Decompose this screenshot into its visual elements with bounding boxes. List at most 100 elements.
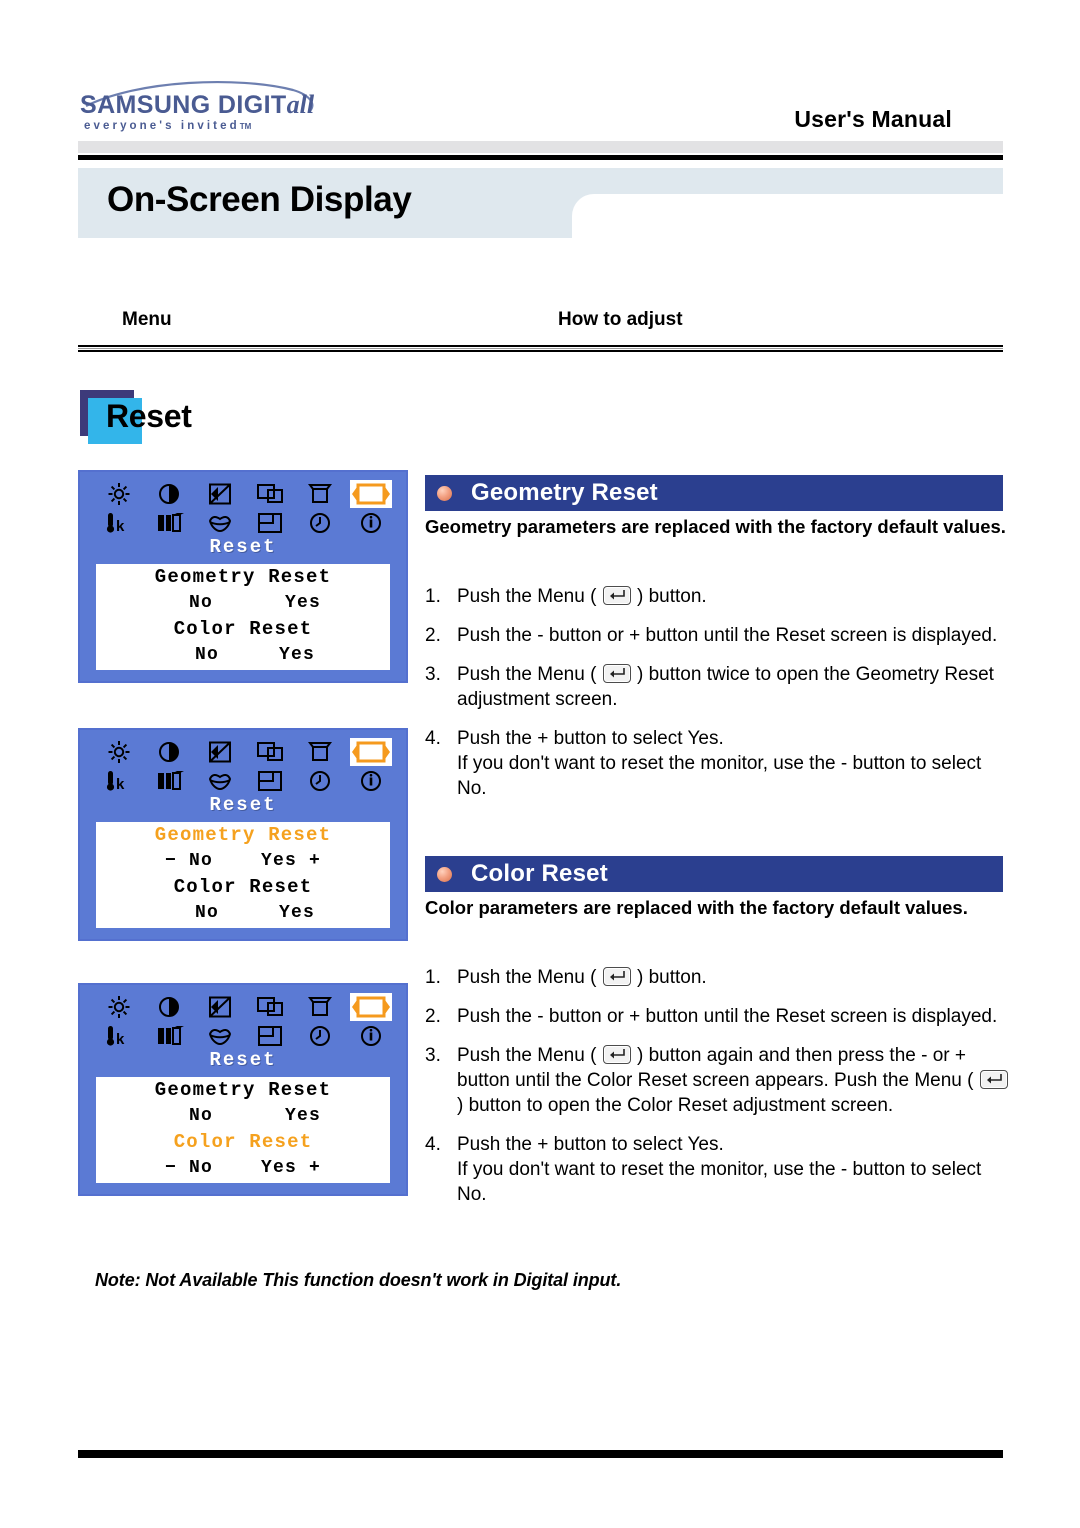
osd-time-icon[interactable] (304, 510, 336, 536)
column-header-divider (78, 345, 1003, 352)
step-number: 2. (425, 1006, 441, 1027)
osd-row-options[interactable]: No Yes (96, 590, 390, 616)
color-temperature-icon[interactable]: k (103, 510, 135, 536)
h-position-icon[interactable] (254, 994, 286, 1020)
image-sharpness-icon[interactable] (204, 739, 236, 765)
step-text: Push the Menu ( ) button. (457, 586, 707, 607)
section-title: Color Reset (471, 860, 608, 887)
osd-row-label[interactable]: Color Reset (96, 1129, 390, 1155)
reset-icon[interactable] (349, 479, 392, 508)
osd-row-options[interactable]: − No Yes + (96, 848, 390, 874)
svg-text:k: k (116, 518, 125, 535)
osd-menu-title: Reset (209, 794, 277, 816)
instruction-step: 2. Push the - button or + button until th… (425, 1004, 1011, 1029)
page-title: On-Screen Display (107, 180, 412, 219)
step-text: Push the - button or + button until the … (457, 625, 998, 646)
v-position-icon[interactable] (254, 768, 286, 794)
step-number: 3. (425, 664, 441, 685)
information-icon[interactable] (355, 1023, 387, 1049)
step-text: Push the Menu ( ) button again and then … (457, 1045, 1009, 1116)
color-tone-icon[interactable] (204, 1023, 236, 1049)
trapezoid-icon[interactable] (304, 481, 336, 507)
color-temperature-icon[interactable]: k (103, 768, 135, 794)
osd-row-label[interactable]: Color Reset (96, 874, 390, 900)
step-number: 4. (425, 728, 441, 749)
step-text: Push the + button to select Yes. If you d… (457, 1134, 982, 1205)
svg-text:k: k (116, 776, 125, 793)
osd-screen: Geometry Reset − No Yes + Color Reset No Y… (96, 822, 390, 928)
step-text: Push the Menu ( ) button twice to open t… (457, 664, 994, 710)
reset-heading-label: Reset (106, 398, 192, 434)
h-position-icon[interactable] (254, 739, 286, 765)
reset-icon[interactable] (349, 992, 392, 1021)
brightness-icon[interactable] (103, 994, 135, 1020)
users-manual-label: User's Manual (794, 106, 952, 132)
step-number: 4. (425, 1134, 441, 1155)
step-text: Push the Menu ( ) button. (457, 967, 707, 988)
osd-panel: k Reset Geometry Reset − No Yes + Color Rese… (78, 728, 408, 941)
osd-time-icon[interactable] (304, 768, 336, 794)
section-steps: 1. Push the Menu ( ) button. 2. Push the - … (425, 584, 1011, 815)
osd-time-icon[interactable] (304, 1023, 336, 1049)
samsung-digitall-logo: SAMSUNG DIGITall everyone's invitedTM (78, 78, 338, 136)
section-description: Geometry parameters are replaced with th… (425, 516, 1006, 537)
osd-icon-row: k (94, 737, 396, 795)
brightness-icon[interactable] (103, 739, 135, 765)
column-header-menu: Menu (122, 309, 172, 330)
osd-screen: Geometry Reset No Yes Color Reset − No Yes… (96, 1077, 390, 1183)
contrast-icon[interactable] (153, 739, 185, 765)
manual-page: SAMSUNG DIGITall everyone's invitedTM Us… (0, 0, 1080, 1528)
section-bar-color: Color Reset (425, 856, 1003, 892)
osd-row-label[interactable]: Geometry Reset (96, 564, 390, 590)
menu-button-icon (979, 1070, 1008, 1089)
v-position-icon[interactable] (254, 510, 286, 536)
step-number: 2. (425, 625, 441, 646)
v-position-icon[interactable] (254, 1023, 286, 1049)
menu-button-icon (602, 967, 631, 986)
osd-row-options[interactable]: No Yes (96, 1103, 390, 1129)
rgb-color-control-icon[interactable] (153, 768, 185, 794)
osd-row-label[interactable]: Geometry Reset (96, 822, 390, 848)
step-number: 3. (425, 1045, 441, 1066)
step-text: Push the + button to select Yes. If you d… (457, 728, 982, 799)
header-gray-band (78, 141, 1003, 153)
trapezoid-icon[interactable] (304, 739, 336, 765)
contrast-icon[interactable] (153, 481, 185, 507)
h-position-icon[interactable] (254, 481, 286, 507)
bullet-icon (437, 867, 452, 882)
information-icon[interactable] (355, 768, 387, 794)
information-icon[interactable] (355, 510, 387, 536)
reset-icon[interactable] (349, 737, 392, 766)
color-tone-icon[interactable] (204, 510, 236, 536)
logo-tagline: everyone's invitedTM (84, 120, 252, 132)
instruction-step: 2. Push the - button or + button until th… (425, 623, 1011, 648)
menu-button-icon (602, 664, 631, 683)
osd-icon-row: k (94, 992, 396, 1050)
header-divider (78, 155, 1003, 160)
color-tone-icon[interactable] (204, 768, 236, 794)
contrast-icon[interactable] (153, 994, 185, 1020)
osd-panel: k Reset Geometry Reset No Yes Color Reset − … (78, 983, 408, 1196)
title-tab-corner (572, 194, 604, 238)
section-steps: 1. Push the Menu ( ) button. 2. Push the - … (425, 965, 1011, 1221)
osd-row-label[interactable]: Geometry Reset (96, 1077, 390, 1103)
rgb-color-control-icon[interactable] (153, 510, 185, 536)
osd-panel: k Reset Geometry Reset No Yes Color Reset N… (78, 470, 408, 683)
color-temperature-icon[interactable]: k (103, 1023, 135, 1049)
osd-icon-row: k (94, 479, 396, 537)
image-sharpness-icon[interactable] (204, 994, 236, 1020)
brightness-icon[interactable] (103, 481, 135, 507)
osd-row-label[interactable]: Color Reset (96, 616, 390, 642)
instruction-step: 3. Push the Menu ( ) button twice to open… (425, 662, 1011, 712)
image-sharpness-icon[interactable] (204, 481, 236, 507)
osd-row-options[interactable]: No Yes (96, 642, 390, 668)
step-number: 1. (425, 967, 441, 988)
trapezoid-icon[interactable] (304, 994, 336, 1020)
rgb-color-control-icon[interactable] (153, 1023, 185, 1049)
osd-row-options[interactable]: − No Yes + (96, 1155, 390, 1181)
step-number: 1. (425, 586, 441, 607)
footer-note: Note: Not Available This function doesn'… (95, 1270, 622, 1290)
menu-button-icon (602, 1045, 631, 1064)
page-bottom-rule (78, 1450, 1003, 1458)
osd-row-options[interactable]: No Yes (96, 900, 390, 926)
